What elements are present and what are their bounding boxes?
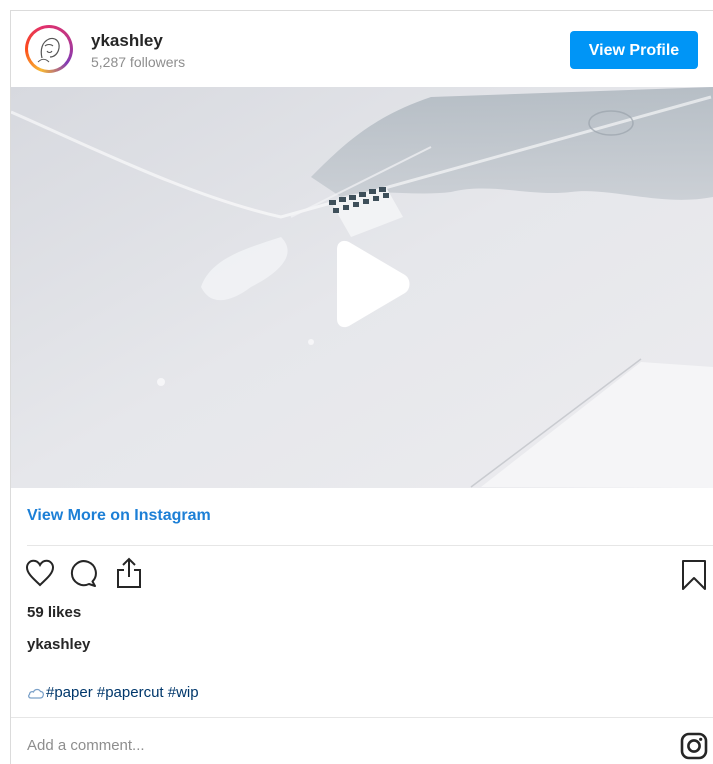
view-more-on-instagram-link[interactable]: View More on Instagram — [27, 507, 211, 525]
share-icon[interactable] — [115, 557, 143, 589]
instagram-logo-icon[interactable] — [679, 731, 709, 761]
avatar-image — [28, 28, 70, 70]
avatar[interactable] — [25, 25, 73, 73]
like-count[interactable]: 59 likes — [27, 604, 81, 621]
bookmark-icon[interactable] — [681, 559, 707, 591]
username[interactable]: ykashley — [91, 31, 163, 51]
cloud-icon — [28, 688, 44, 699]
instagram-embed-card: ykashley 5,287 followers View Profile Vi… — [10, 10, 713, 764]
view-profile-button[interactable]: View Profile — [570, 31, 698, 69]
comment-icon[interactable] — [68, 559, 98, 589]
post-header: ykashley 5,287 followers View Profile — [11, 11, 713, 87]
heart-icon[interactable] — [25, 559, 55, 587]
divider — [27, 545, 713, 546]
caption: #paper #papercut #wip — [27, 684, 199, 701]
video-player[interactable] — [11, 87, 713, 488]
action-bar — [11, 557, 713, 593]
follower-count: 5,287 followers — [91, 54, 186, 70]
play-icon[interactable] — [329, 239, 413, 329]
caption-hashtags[interactable]: #paper #papercut #wip — [46, 684, 199, 701]
add-comment-input[interactable]: Add a comment... — [27, 737, 145, 754]
caption-username[interactable]: ykashley — [27, 636, 90, 653]
divider — [11, 717, 713, 718]
